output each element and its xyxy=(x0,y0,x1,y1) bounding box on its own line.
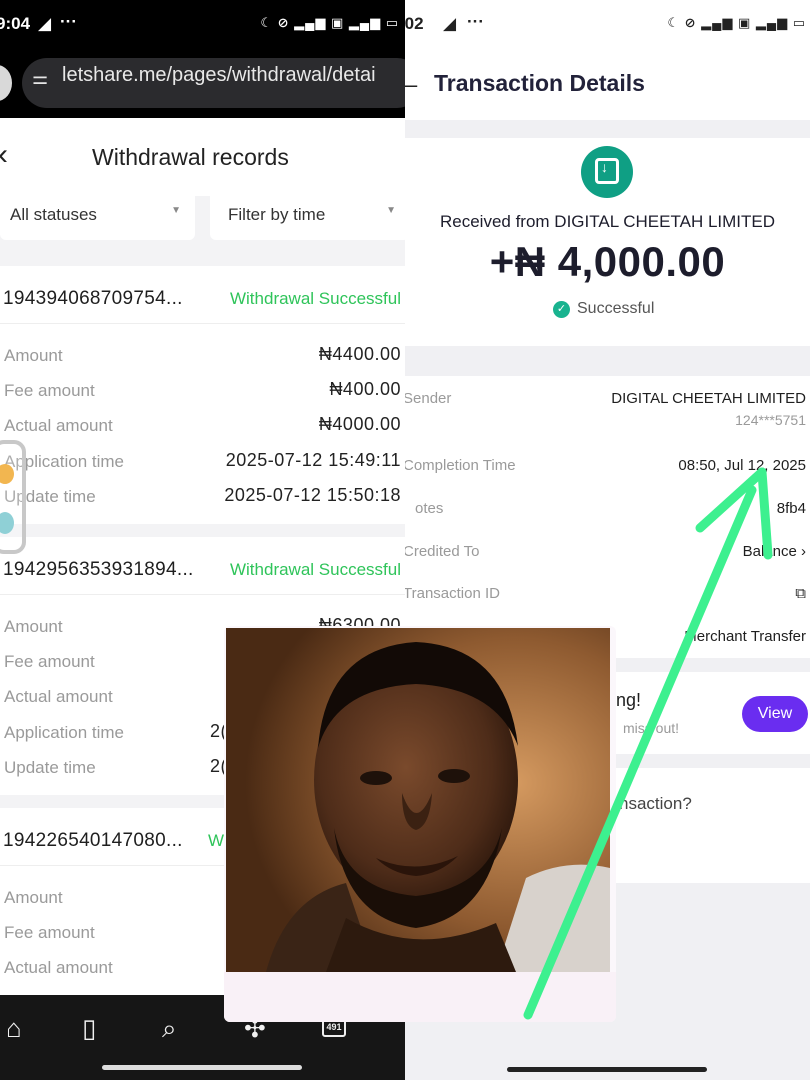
promo-subtitle: miss out! xyxy=(623,720,680,736)
more-notifications-icon: ··· xyxy=(467,12,484,31)
record-header: 194394068709754... Withdrawal Successful xyxy=(0,266,405,324)
row-value: ₦400.00 xyxy=(329,379,401,399)
chevron-down-icon: ▼ xyxy=(386,205,396,216)
browser-address-bar: ⚌ letshare.me/pages/withdrawal/detai xyxy=(0,50,405,118)
browser-home-button[interactable] xyxy=(0,65,12,101)
record-header: 1942956353931894... Withdrawal Successfu… xyxy=(0,537,405,595)
status-time: :02 xyxy=(405,14,424,33)
row-value: ₦4400.00 xyxy=(318,344,401,364)
detail-label: otes xyxy=(415,500,444,517)
record-row: Amount ₦4400.00 xyxy=(0,338,405,373)
record-row: Actual amount ₦4000.00 xyxy=(0,408,405,443)
status-text: Successful xyxy=(577,300,655,317)
detail-value: Merchant Transfer xyxy=(684,628,806,645)
record-row: Update time 2025-07-12 15:50:18 xyxy=(0,479,405,514)
record-status: Withdrawal Successful xyxy=(229,289,401,308)
status-bar: 9:04 ◢ ··· ☾ ⊘ ▂▄▆ ▣ ▂▄▆ ▭ xyxy=(0,0,405,50)
detail-label: Transaction ID xyxy=(405,585,500,602)
status-bar: :02 ◢ ··· ☾ ⊘ ▂▄▆ ▣ ▂▄▆ ▭ xyxy=(405,0,810,50)
row-label: Actual amount xyxy=(4,687,113,706)
emoji-icon xyxy=(0,464,14,484)
detail-label: Sender xyxy=(405,390,452,407)
page-header: – Transaction Details xyxy=(405,50,810,120)
record-row: Fee amount ₦400.00 xyxy=(0,373,405,408)
detail-value: 08:50, Jul 12, 2025 xyxy=(678,457,806,474)
row-value: 2025-07-12 15:50:18 xyxy=(224,485,401,505)
status-filter-dropdown[interactable]: All statuses ▼ xyxy=(0,190,195,240)
transaction-summary: ↓ Received from DIGITAL CHEETAH LIMITED … xyxy=(405,138,810,346)
search-icon[interactable]: ⌕ xyxy=(162,1013,177,1045)
telegram-icon: ◢ xyxy=(443,14,457,33)
transaction-amount: +₦ 4,000.00 xyxy=(489,238,726,285)
transaction-details-list: Sender DIGITAL CHEETAH LIMITED 124***575… xyxy=(405,376,810,658)
status-filter-label: All statuses xyxy=(10,205,97,224)
record-status: Withdrawal Successful xyxy=(229,560,401,579)
system-icons: ☾ ⊘ ▂▄▆ ▣ ▂▄▆ ▭ xyxy=(667,15,806,30)
record-status: W xyxy=(208,831,225,850)
record-row: Application time 2025-07-12 15:49:11 xyxy=(0,444,405,479)
url-text[interactable]: letshare.me/pages/withdrawal/detai xyxy=(62,64,376,87)
home-icon[interactable]: ⌂ xyxy=(6,1013,22,1044)
emoji-icon xyxy=(0,512,14,534)
back-icon[interactable]: – xyxy=(405,72,417,98)
detail-value: DIGITAL CHEETAH LIMITED xyxy=(611,390,806,407)
page-title: Withdrawal records xyxy=(92,144,289,170)
site-settings-icon[interactable]: ⚌ xyxy=(32,68,48,89)
received-from-text: Received from DIGITAL CHEETAH LIMITED xyxy=(439,212,776,231)
check-icon: ✓ xyxy=(553,301,570,318)
row-value: 2025-07-12 15:49:11 xyxy=(225,450,401,470)
page-header: ‹ Withdrawal records xyxy=(0,118,405,196)
row-label: Amount xyxy=(4,346,63,365)
record-id: 194394068709754... xyxy=(3,288,183,309)
row-label: Fee amount xyxy=(4,923,95,942)
floating-assistant-button[interactable] xyxy=(0,440,26,554)
view-button[interactable]: View xyxy=(742,696,808,732)
photo-image xyxy=(226,628,610,972)
chevron-down-icon: ▼ xyxy=(171,205,181,216)
row-value: ₦4000.00 xyxy=(318,414,401,434)
time-filter-label: Filter by time xyxy=(228,205,326,224)
status-time: 9:04 xyxy=(0,14,31,33)
record-id: 1942956353931894... xyxy=(3,559,194,580)
detail-value: 8fb4 xyxy=(776,500,806,517)
account-number: 124***5751 xyxy=(735,412,806,428)
back-icon[interactable]: ‹ xyxy=(0,138,8,172)
help-text: nsaction? xyxy=(619,794,692,813)
row-label: Amount xyxy=(4,888,63,907)
row-label: Actual amount xyxy=(4,958,113,977)
more-notifications-icon: ··· xyxy=(60,12,77,31)
time-filter-dropdown[interactable]: Filter by time ▼ xyxy=(210,190,405,240)
detail-value[interactable]: Balance › xyxy=(743,543,806,560)
download-box-icon: ↓ xyxy=(581,146,633,198)
photo-caption-area xyxy=(224,972,616,1022)
row-label: Update time xyxy=(4,758,96,777)
page-title: Transaction Details xyxy=(434,70,645,96)
system-icons: ☾ ⊘ ▂▄▆ ▣ ▂▄▆ ▭ xyxy=(260,15,399,30)
copy-icon[interactable]: ⧉ xyxy=(795,585,806,602)
portrait-photo xyxy=(224,626,616,1022)
gesture-bar xyxy=(507,1067,707,1072)
row-label: Amount xyxy=(4,617,63,636)
row-label: Fee amount xyxy=(4,381,95,400)
record-id: 194226540147080... xyxy=(3,830,183,851)
bookmark-icon[interactable]: ▯ xyxy=(82,1013,96,1044)
withdrawal-record-card[interactable]: 194394068709754... Withdrawal Successful… xyxy=(0,266,405,524)
row-label: Application time xyxy=(4,723,125,742)
detail-label: Completion Time xyxy=(405,457,516,474)
row-label: Fee amount xyxy=(4,652,95,671)
status-badge: ✓ Successful xyxy=(553,300,654,318)
detail-label: Credited To xyxy=(405,543,480,560)
row-label: Actual amount xyxy=(4,416,113,435)
telegram-icon: ◢ xyxy=(38,14,52,33)
gesture-bar xyxy=(102,1065,302,1070)
